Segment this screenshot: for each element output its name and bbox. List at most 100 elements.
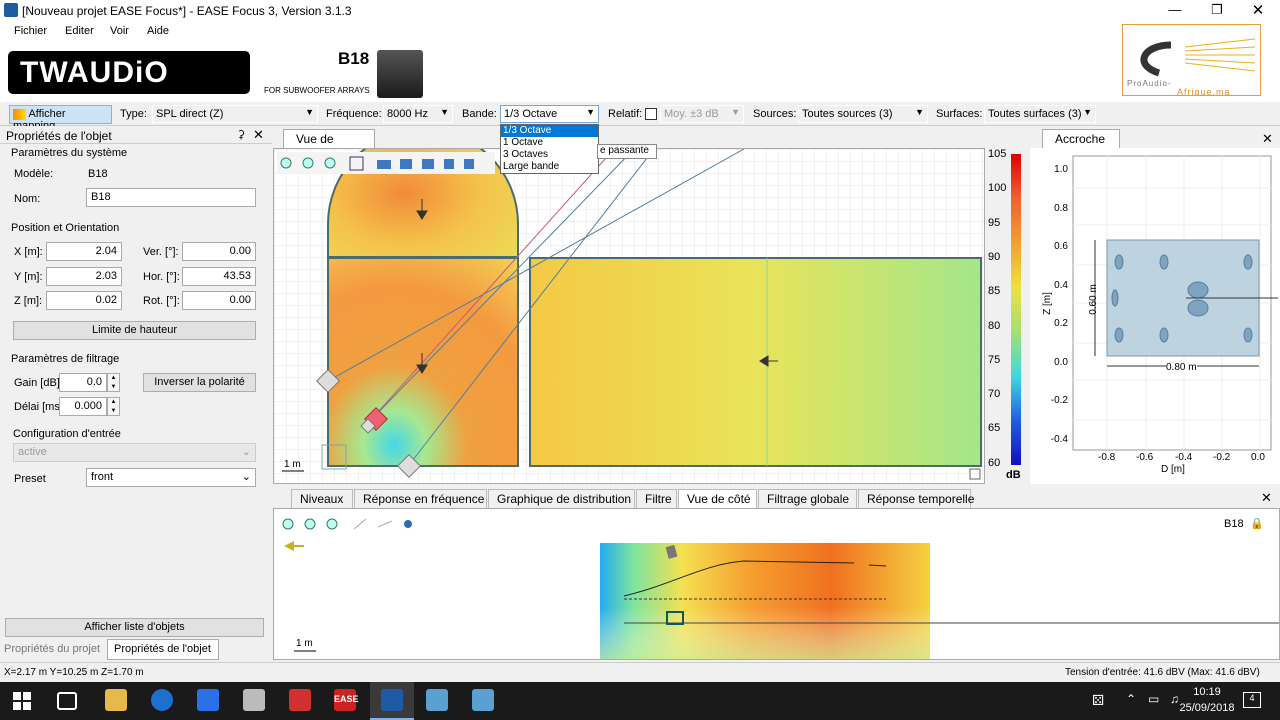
side-view-scale: 1 m	[296, 638, 313, 649]
tab-top-view[interactable]: Vue de dessus	[283, 129, 375, 160]
gain-input[interactable]: 0.0	[59, 373, 107, 392]
band-option-3[interactable]: 3 Octaves	[501, 149, 598, 161]
chevron-down-icon: ▼	[305, 107, 314, 117]
side-view-plot[interactable]	[274, 509, 1279, 659]
tab-object-properties[interactable]: Propriétés de l'objet	[107, 639, 219, 660]
app-blue-icon-1[interactable]	[426, 689, 448, 711]
ease-app-icon[interactable]: EASE	[334, 689, 359, 711]
accroche-x-tick: 0.0	[1251, 452, 1265, 463]
hor-input[interactable]: 43.53	[182, 267, 256, 286]
bottom-tab[interactable]: Vue de côté	[678, 489, 757, 508]
close-button[interactable]: ✕	[1248, 1, 1268, 19]
band-option-1[interactable]: 1 Octave	[501, 137, 598, 149]
rot-input[interactable]: 0.00	[182, 291, 256, 310]
edge-browser-icon[interactable]	[151, 689, 173, 711]
close-icon[interactable]: ✕	[253, 127, 264, 143]
battery-icon[interactable]: ▭	[1148, 692, 1159, 706]
file-explorer-icon[interactable]	[105, 689, 127, 711]
maximize-button[interactable]: ❐	[1207, 2, 1227, 18]
show-objects-button[interactable]: Afficher liste d'objets	[5, 618, 264, 637]
type-select[interactable]: SPL direct (Z) ▼	[152, 105, 318, 123]
colorbar-tick: 105	[988, 148, 1007, 160]
surfaces-select[interactable]: Toutes surfaces (3) ▼	[984, 105, 1096, 123]
delay-input[interactable]: 0.000	[59, 397, 107, 416]
minimize-button[interactable]: —	[1165, 2, 1185, 17]
z-input[interactable]: 0.02	[46, 291, 122, 310]
close-icon[interactable]: ✕	[1262, 131, 1273, 147]
x-input[interactable]: 2.04	[46, 242, 122, 261]
moy-select[interactable]: Moy. ±3 dB ▼	[660, 105, 744, 123]
accroche-x-tick: -0.4	[1175, 452, 1193, 463]
bottom-tab[interactable]: Niveaux	[291, 489, 353, 508]
invert-polarity-button[interactable]: Inverser la polarité	[143, 373, 256, 392]
clock-date[interactable]: 25/09/2018	[1172, 702, 1242, 714]
chevron-down-icon: ▼	[586, 107, 595, 117]
side-view-label: B18	[1224, 518, 1244, 530]
colorbar-tick: 85	[988, 285, 1001, 298]
sources-select[interactable]: Toutes sources (3) ▼	[798, 105, 928, 123]
band-value: 1/3 Octave	[504, 108, 558, 120]
status-bar: X=2.17 m Y=10.25 m Z=1.70 m Tension d'en…	[0, 662, 1280, 682]
close-icon[interactable]: ✕	[1261, 490, 1272, 506]
people-icon[interactable]: ⚄	[1092, 692, 1104, 709]
top-view-map[interactable]	[274, 128, 984, 483]
bottom-tab[interactable]: Réponse en fréquence	[354, 489, 487, 508]
bottom-tab[interactable]: Filtrage globale	[758, 489, 857, 508]
partner-line2: Afrique.ma	[1177, 87, 1231, 96]
delay-stepper[interactable]: ▲ ▼	[107, 397, 120, 416]
top-view-canvas[interactable]: 1 m	[273, 128, 985, 484]
surface-right[interactable]	[529, 257, 982, 467]
band-label: Bande:	[462, 108, 497, 120]
band-option-1-3[interactable]: 1/3 Octave	[501, 125, 598, 137]
input-config-select[interactable]: active ⌄	[13, 443, 256, 462]
panel-header: Propriétés de l'objet ⚳ ✕	[0, 126, 272, 144]
band-option-broad[interactable]: Large bande	[501, 161, 598, 173]
ver-label: Ver. [°]:	[143, 246, 179, 258]
band-dropdown-list: 1/3 Octave 1 Octave 3 Octaves Large band…	[500, 124, 599, 174]
surfaces-label: Surfaces:	[936, 108, 983, 120]
height-limit-button[interactable]: Limite de hauteur	[13, 321, 256, 340]
clock-time[interactable]: 10:19	[1185, 686, 1229, 698]
y-input[interactable]: 2.03	[46, 267, 122, 286]
task-view-icon[interactable]	[57, 692, 77, 710]
ver-input[interactable]: 0.00	[182, 242, 256, 261]
menu-editer[interactable]: Editer	[65, 25, 94, 37]
freq-select[interactable]: 8000 Hz ▼	[383, 105, 453, 123]
colorbar-tick: 65	[988, 422, 1001, 435]
gain-stepper[interactable]: ▲ ▼	[107, 373, 120, 392]
tab-project-properties[interactable]: Propriétés du projet	[0, 641, 106, 660]
dropbox-icon[interactable]	[197, 689, 219, 711]
preset-label: Preset	[14, 473, 46, 485]
colorbar-tick: 95	[988, 216, 1001, 229]
app-red-icon[interactable]	[289, 689, 311, 711]
chevron-up-icon[interactable]: ⌃	[1126, 692, 1136, 706]
bottom-tab[interactable]: Réponse temporelle	[858, 489, 974, 508]
notification-icon[interactable]: 4	[1243, 692, 1261, 708]
band-select[interactable]: 1/3 Octave ▼	[500, 105, 599, 123]
tab-accroche[interactable]: Accroche	[1042, 129, 1120, 148]
show-mapping-button[interactable]: Afficher mapping	[9, 105, 112, 132]
lock-icon[interactable]: 🔒	[1250, 517, 1264, 530]
pin-icon[interactable]: ⚳	[237, 128, 245, 141]
menu-aide[interactable]: Aide	[147, 25, 169, 37]
notepad-icon[interactable]	[243, 689, 265, 711]
app-blue-icon-2[interactable]	[472, 689, 494, 711]
side-view-panel: B18 🔒 1 m	[273, 508, 1280, 660]
model-name: B18	[338, 49, 370, 68]
accroche-y-tick: 0.2	[1054, 318, 1068, 329]
chevron-down-icon: ⌄	[241, 471, 251, 483]
ease-focus-taskbar-item[interactable]	[370, 682, 414, 720]
object-properties-panel: Propriétés de l'objet ⚳ ✕ Paramètres du …	[0, 126, 272, 662]
windows-start-icon[interactable]	[13, 692, 31, 710]
bottom-tab[interactable]: Filtre	[636, 489, 677, 508]
preset-value: front	[91, 471, 114, 483]
menu-voir[interactable]: Voir	[110, 25, 129, 37]
preset-select[interactable]: front ⌄	[86, 468, 256, 487]
cursor-coords: X=2.17 m Y=10.25 m Z=1.70 m	[4, 667, 144, 678]
panel-title: Propriétés de l'objet	[6, 129, 112, 143]
nom-input[interactable]: B18	[86, 188, 256, 207]
side-zoom-tools[interactable]	[282, 518, 412, 530]
bottom-tab[interactable]: Graphique de distribution	[488, 489, 635, 508]
menu-fichier[interactable]: Fichier	[14, 25, 47, 37]
relatif-checkbox[interactable]	[645, 108, 657, 120]
